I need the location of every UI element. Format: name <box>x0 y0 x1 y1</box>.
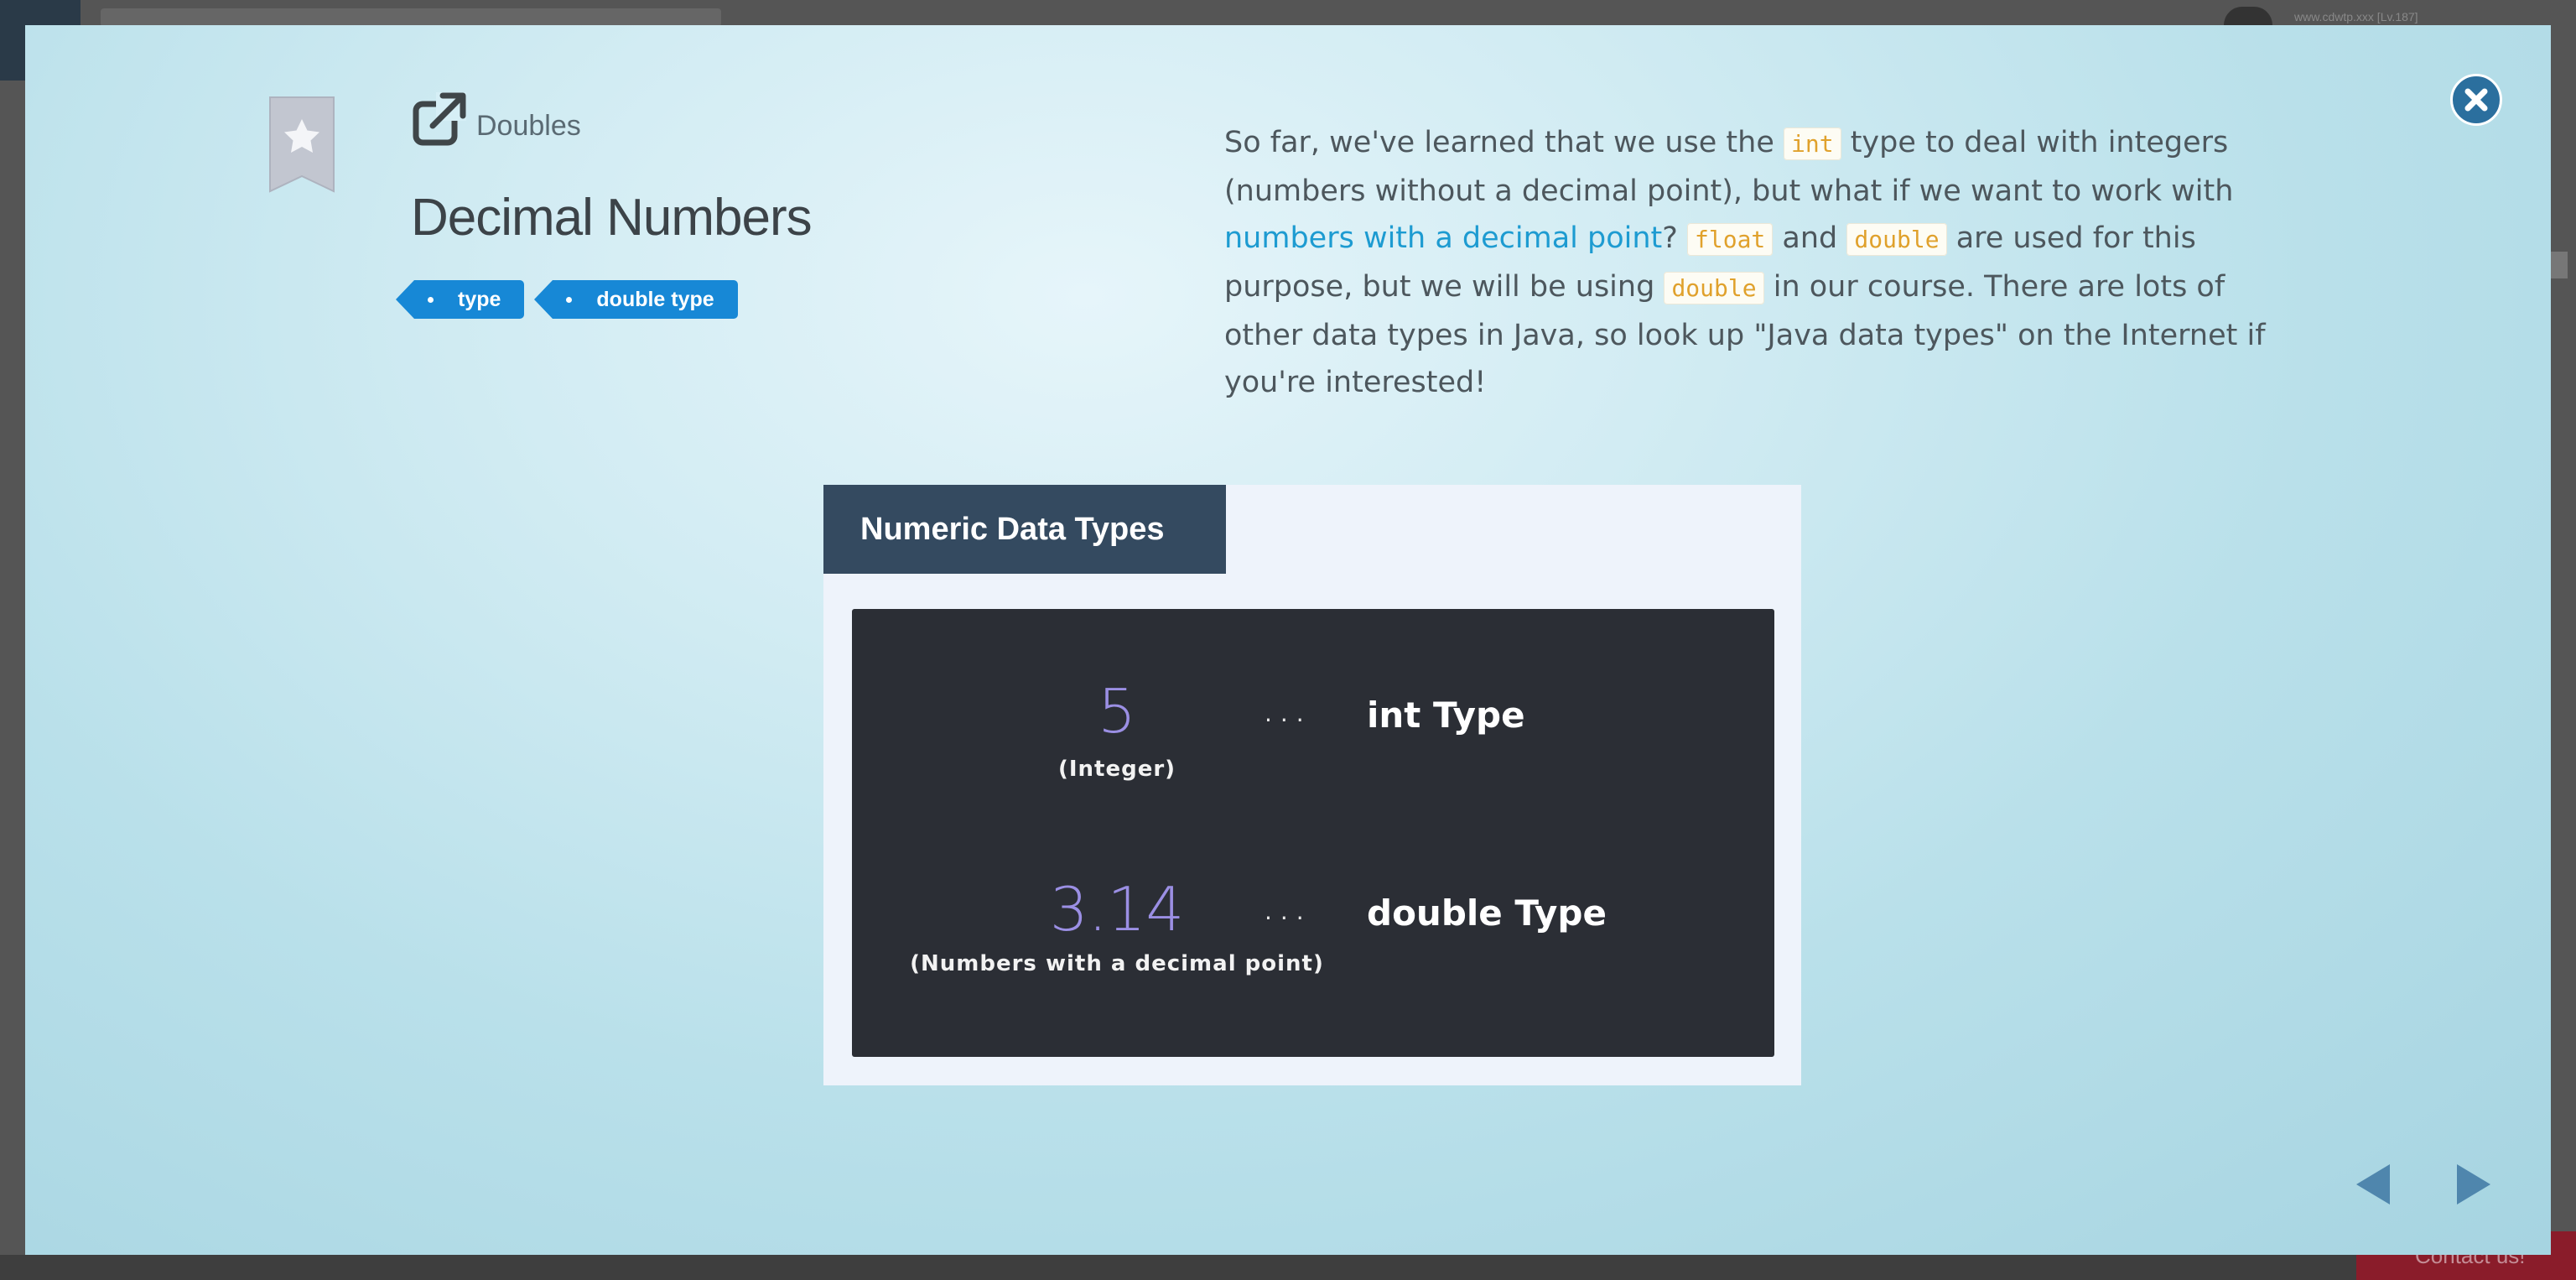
slide-board: 5 (Integer) ... int Type 3.14 (Numbers w… <box>852 609 1774 1057</box>
double-example-dots: ... <box>1265 898 1312 925</box>
background-topbar <box>101 8 721 27</box>
desc-text: So far, we've learned that we use the <box>1224 126 1784 159</box>
code-double: double <box>1664 272 1764 304</box>
lesson-modal: Doubles Decimal Numbers type double type… <box>25 25 2551 1255</box>
external-link-icon[interactable] <box>411 91 468 148</box>
int-example-caption: (Integer) <box>1057 757 1176 782</box>
slide-header: Numeric Data Types <box>823 485 1226 574</box>
breadcrumb-label: Doubles <box>476 110 581 142</box>
bookmark-star-icon[interactable] <box>267 96 337 195</box>
background-bottom-bar <box>0 1255 2576 1280</box>
double-example-number: 3.14 <box>1049 874 1185 944</box>
decimal-point-link[interactable]: numbers with a decimal point <box>1224 221 1662 255</box>
arrow-right-icon[interactable] <box>2454 1161 2494 1208</box>
code-int: int <box>1783 127 1841 160</box>
tag-type[interactable]: type <box>395 280 525 319</box>
int-example-number: 5 <box>1098 676 1136 747</box>
lesson-breadcrumb: Doubles <box>411 91 581 148</box>
arrow-left-icon[interactable] <box>2353 1161 2393 1208</box>
close-icon <box>2464 88 2488 112</box>
int-example-dots: ... <box>1265 700 1312 727</box>
close-button[interactable] <box>2450 74 2502 126</box>
lesson-slide: Numeric Data Types 5 (Integer) ... int T… <box>823 485 1801 1085</box>
lesson-title: Decimal Numbers <box>411 189 813 247</box>
int-type-label: int Type <box>1367 695 1525 736</box>
tag-list: type double type <box>395 280 738 319</box>
background-scroll-thumb <box>2551 252 2568 278</box>
desc-text: and <box>1773 221 1847 255</box>
tag-double-type[interactable]: double type <box>534 280 738 319</box>
double-example-caption: (Numbers with a decimal point) <box>910 951 1324 976</box>
lesson-description: So far, we've learned that we use the in… <box>1224 119 2281 406</box>
double-type-label: double Type <box>1367 892 1607 934</box>
code-double: double <box>1846 223 1947 256</box>
code-float: float <box>1687 223 1774 256</box>
desc-text: ? <box>1662 221 1687 255</box>
background-user-line: www.cdwtp.xxx [Lv.187] <box>2294 10 2418 23</box>
